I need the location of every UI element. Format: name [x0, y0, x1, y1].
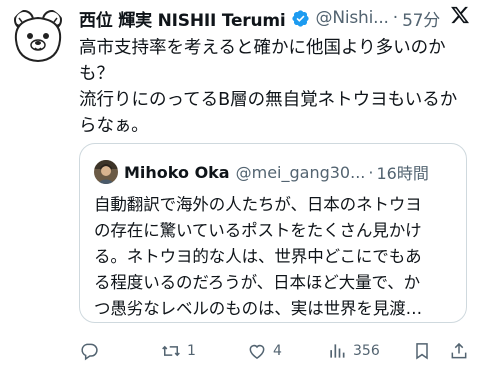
like-count: 4 — [273, 343, 282, 359]
author-avatar[interactable] — [8, 6, 68, 66]
tweet-text-line: 高市支持率を考えると確かに他国より多いのか — [79, 38, 446, 58]
quoted-text-line: 自動翻訳で海外の人たちが、日本のネトウヨ — [94, 195, 422, 214]
separator-dot: · — [392, 8, 399, 28]
views-bar-chart-icon — [327, 341, 347, 361]
reply-button[interactable] — [79, 338, 99, 364]
quoted-tweet-card[interactable]: Mihoko Oka @mei_gang30... · 16時間 自動翻訳で海外… — [79, 143, 467, 323]
tweet-text-line: 流行りにのってるB層の無自覚ネトウヨもいるか — [79, 90, 458, 110]
heart-icon — [247, 341, 267, 361]
tweet-text-line: も？ — [79, 64, 114, 84]
quoted-tweet-timestamp[interactable]: 16時間 — [376, 160, 428, 184]
quoted-tweet-text: 自動翻訳で海外の人たちが、日本のネトウヨ の存在に驚いているポストをたくさん見か… — [94, 192, 456, 322]
bookmark-icon — [412, 341, 432, 361]
bookmark-button[interactable] — [412, 338, 432, 364]
repost-icon — [161, 341, 181, 361]
separator-dot: · — [368, 162, 374, 182]
quoted-tweet-header: Mihoko Oka @mei_gang30... · 16時間 — [94, 160, 456, 184]
x-logo-icon[interactable] — [450, 5, 470, 25]
views-button[interactable]: 356 — [327, 338, 380, 364]
quoted-text-line: つ愚劣なレベルのものは、実は世界を見渡… — [94, 299, 423, 318]
repost-count: 1 — [187, 343, 196, 359]
share-button[interactable] — [449, 338, 469, 364]
reply-icon — [79, 341, 99, 361]
repost-button[interactable]: 1 — [161, 338, 196, 364]
author-display-name[interactable]: 西位 輝実 NISHII Terumi — [79, 6, 286, 31]
tweet-text-line: らなぁ。 — [79, 116, 149, 136]
quoted-author-handle[interactable]: @mei_gang30... — [236, 163, 366, 182]
bear-avatar-icon — [8, 6, 68, 66]
quoted-text-line: る程度いるのだろうが、日本ほど大量で、か — [94, 273, 421, 292]
views-count: 356 — [353, 343, 380, 359]
avatar-photo-icon — [94, 160, 118, 184]
tweet-header: 西位 輝実 NISHII Terumi @Nishi... · 57分 — [79, 4, 470, 32]
quoted-text-line: の存在に驚いているポストをたくさん見かけ — [94, 221, 422, 240]
author-handle[interactable]: @Nishi... — [316, 8, 389, 28]
verified-badge-icon[interactable] — [291, 9, 310, 28]
quoted-author-display-name[interactable]: Mihoko Oka — [124, 163, 230, 182]
like-button[interactable]: 4 — [247, 338, 282, 364]
quoted-text-line: る。ネトウヨ的な人は、世界中どこにでもあ — [94, 247, 422, 266]
tweet-timestamp[interactable]: 57分 — [402, 6, 440, 31]
tweet-text: 高市支持率を考えると確かに他国より多いのか も？ 流行りにのってるB層の無自覚ネ… — [79, 35, 471, 139]
tweet-action-bar: 1 4 356 — [79, 338, 471, 364]
share-icon — [449, 341, 469, 361]
